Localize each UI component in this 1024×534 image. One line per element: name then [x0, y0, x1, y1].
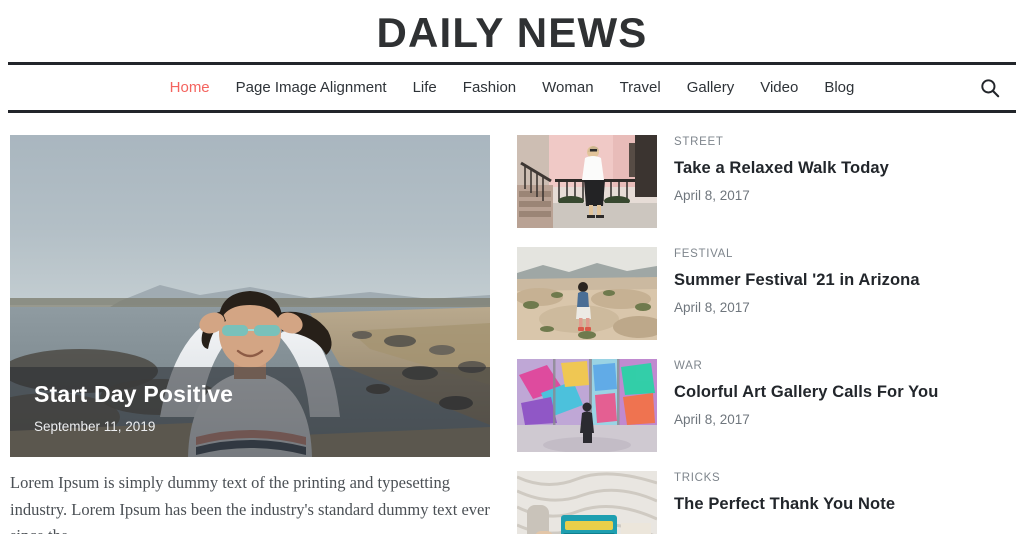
nav-item-gallery[interactable]: Gallery: [674, 80, 748, 95]
nav-item-woman[interactable]: Woman: [529, 80, 606, 95]
sidebar-item-title[interactable]: Summer Festival '21 in Arizona: [674, 270, 920, 291]
nav-item-blog[interactable]: Blog: [811, 80, 867, 95]
site-masthead: DAILY NEWS: [0, 0, 1024, 62]
sidebar-article-list: STREET Take a Relaxed Walk Today April 8…: [500, 135, 1024, 534]
list-item[interactable]: WAR Colorful Art Gallery Calls For You A…: [517, 359, 1014, 452]
featured-article-date: September 11, 2019: [34, 418, 156, 434]
sidebar-item-title[interactable]: The Perfect Thank You Note: [674, 494, 895, 515]
sidebar-item-thumbnail-tricks: [517, 471, 657, 534]
search-button[interactable]: [976, 74, 1004, 102]
nav-item-home[interactable]: Home: [157, 80, 223, 95]
nav-list: Home Page Image Alignment Life Fashion W…: [157, 80, 868, 95]
sidebar-item-text: FESTIVAL Summer Festival '21 in Arizona …: [674, 247, 920, 340]
list-item[interactable]: STREET Take a Relaxed Walk Today April 8…: [517, 135, 1014, 228]
sidebar-item-text: TRICKS The Perfect Thank You Note: [674, 471, 895, 534]
featured-article-column: Start Day Positive September 11, 2019 Lo…: [0, 135, 500, 534]
featured-article-overlay: Start Day Positive September 11, 2019: [10, 367, 490, 457]
primary-navigation: Home Page Image Alignment Life Fashion W…: [8, 62, 1016, 113]
sidebar-item-thumbnail-festival: [517, 247, 657, 340]
featured-article-excerpt: Lorem Ipsum is simply dummy text of the …: [10, 473, 490, 534]
featured-article-card[interactable]: Start Day Positive September 11, 2019: [10, 135, 490, 457]
site-title: DAILY NEWS: [376, 9, 648, 56]
nav-item-travel[interactable]: Travel: [607, 80, 674, 95]
list-item[interactable]: TRICKS The Perfect Thank You Note: [517, 471, 1014, 534]
sidebar-item-date: April 8, 2017: [674, 188, 750, 204]
nav-item-fashion[interactable]: Fashion: [450, 80, 529, 95]
sidebar-item-date: April 8, 2017: [674, 412, 750, 428]
sidebar-item-thumbnail-war: [517, 359, 657, 452]
search-icon: [981, 78, 1000, 97]
sidebar-item-category: TRICKS: [674, 472, 721, 484]
list-item[interactable]: FESTIVAL Summer Festival '21 in Arizona …: [517, 247, 1014, 340]
sidebar-item-category: STREET: [674, 136, 724, 148]
nav-item-life[interactable]: Life: [400, 80, 450, 95]
sidebar-item-title[interactable]: Colorful Art Gallery Calls For You: [674, 382, 938, 403]
nav-item-page-image-alignment[interactable]: Page Image Alignment: [223, 80, 400, 95]
sidebar-item-text: STREET Take a Relaxed Walk Today April 8…: [674, 135, 889, 228]
content-area: Start Day Positive September 11, 2019 Lo…: [0, 113, 1024, 534]
featured-article-title: Start Day Positive: [34, 381, 234, 407]
nav-item-video[interactable]: Video: [747, 80, 811, 95]
sidebar-item-thumbnail-street: [517, 135, 657, 228]
sidebar-item-text: WAR Colorful Art Gallery Calls For You A…: [674, 359, 938, 452]
sidebar-item-date: April 8, 2017: [674, 300, 750, 316]
sidebar-item-title[interactable]: Take a Relaxed Walk Today: [674, 158, 889, 179]
sidebar-item-category: WAR: [674, 360, 703, 372]
sidebar-item-category: FESTIVAL: [674, 248, 734, 260]
